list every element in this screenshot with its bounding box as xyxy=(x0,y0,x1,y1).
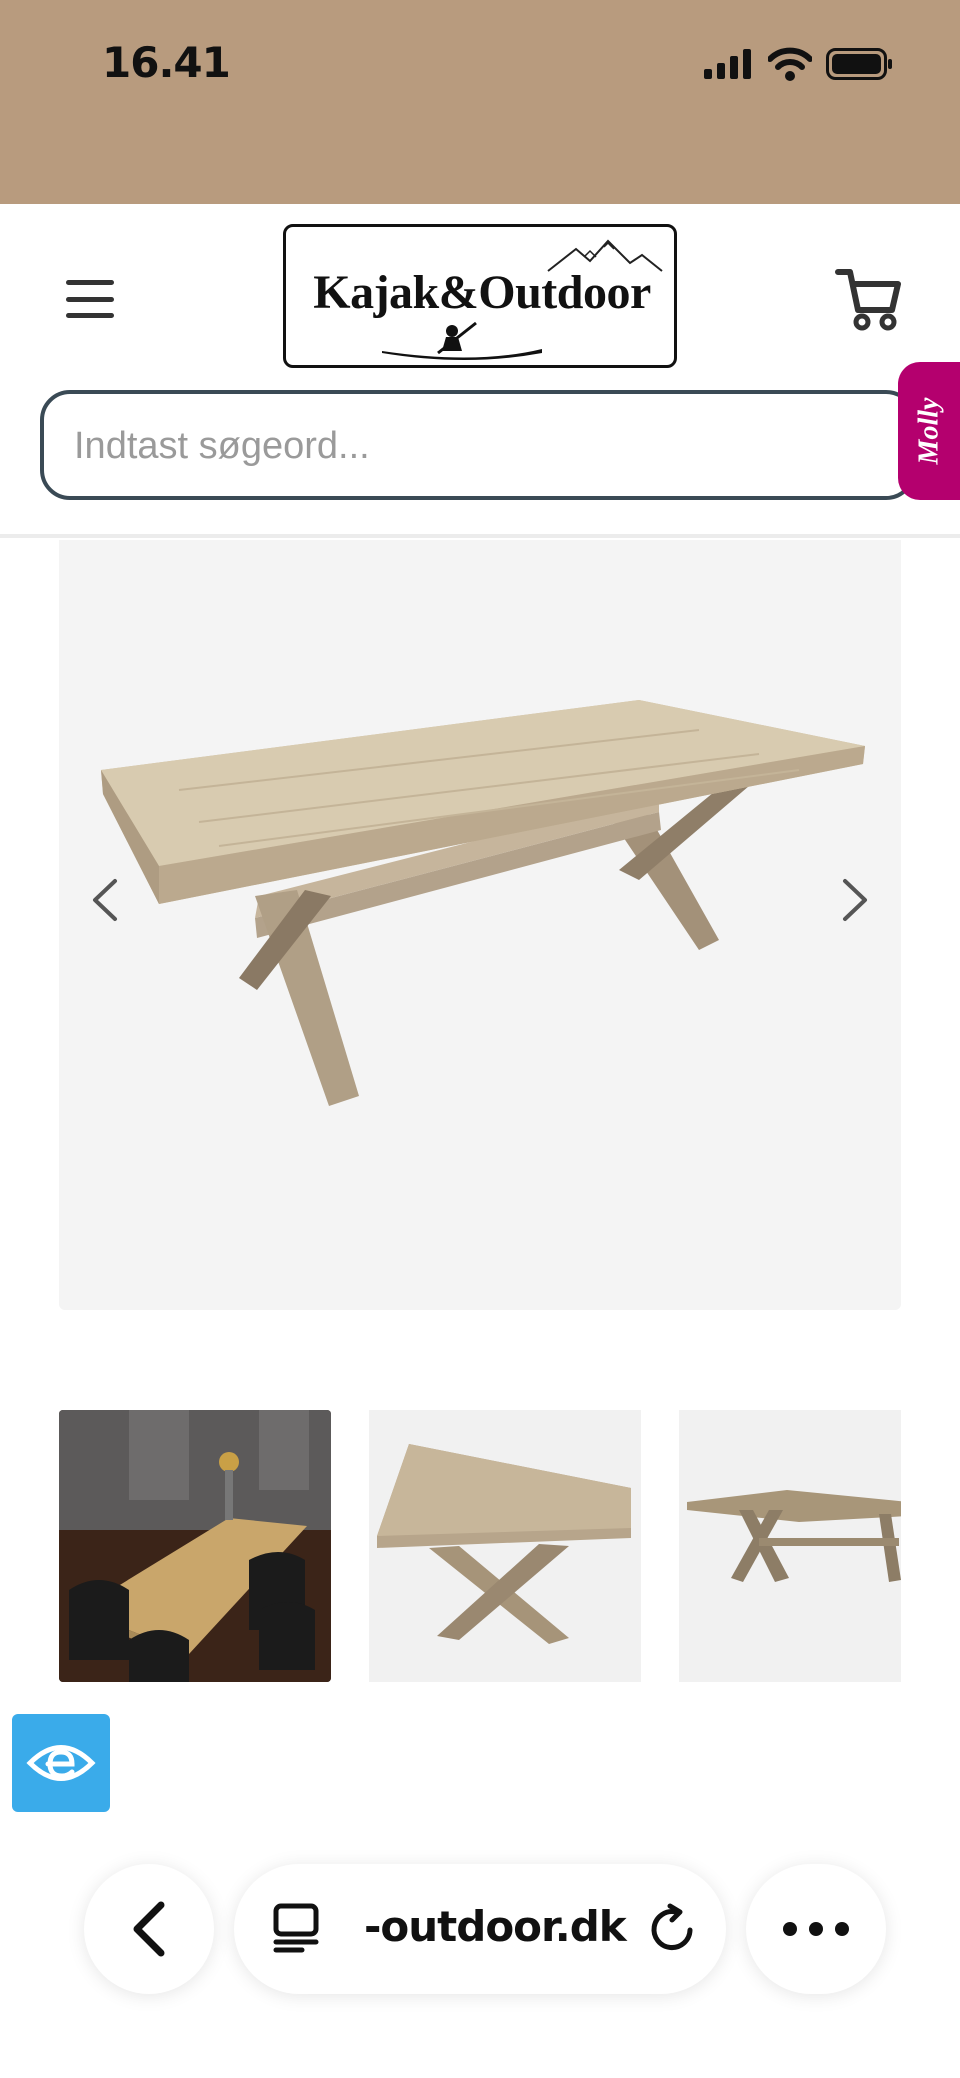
menu-line xyxy=(66,280,114,285)
menu-line xyxy=(66,296,114,302)
header-divider xyxy=(0,534,960,538)
site-header: Kajak&Outdoor Molly xyxy=(0,204,960,538)
dot xyxy=(835,1922,849,1936)
battery-icon xyxy=(826,48,892,80)
status-bar: 16.41 xyxy=(0,0,960,204)
molly-tab[interactable]: Molly xyxy=(898,362,960,500)
browser-back-button[interactable] xyxy=(84,1864,214,1994)
dot xyxy=(809,1922,823,1936)
wifi-icon xyxy=(768,47,812,81)
search-box xyxy=(40,390,916,500)
status-icons xyxy=(704,44,894,84)
more-dots-icon[interactable] xyxy=(746,1864,886,1994)
hamburger-menu-icon[interactable] xyxy=(60,274,120,324)
thumbnail-table-with-chairs[interactable] xyxy=(59,1410,331,1682)
thumbnail-strip xyxy=(59,1410,901,1682)
search-input[interactable] xyxy=(74,420,854,472)
eye-accessibility-icon[interactable] xyxy=(12,1714,110,1812)
browser-toolbar: -outdoor.dk xyxy=(0,1830,960,2078)
cellular-signal-icon xyxy=(704,49,751,79)
chevron-right-icon[interactable] xyxy=(831,865,881,935)
chevron-left-icon[interactable] xyxy=(79,865,129,935)
dot xyxy=(783,1922,797,1936)
table-with-chairs-photo xyxy=(59,1410,331,1682)
table-top-angle-photo xyxy=(377,1444,631,1644)
reload-icon[interactable] xyxy=(646,1902,700,1956)
menu-line xyxy=(66,313,114,318)
molly-label: Molly xyxy=(913,397,945,465)
site-logo[interactable]: Kajak&Outdoor xyxy=(283,224,677,368)
product-main-image[interactable] xyxy=(59,540,901,1310)
chevron-left-icon xyxy=(133,1901,165,1957)
table-side-photo xyxy=(687,1490,901,1582)
thumbnail-table-side[interactable] xyxy=(679,1410,901,1682)
molly-label-wrap: Molly xyxy=(898,362,960,500)
address-bar[interactable]: -outdoor.dk xyxy=(234,1864,726,1994)
url-text: -outdoor.dk xyxy=(364,1902,627,1951)
dining-table-x-legs-photo xyxy=(101,700,865,1106)
kayaker-icon xyxy=(382,321,542,360)
shopping-cart-icon[interactable] xyxy=(834,262,904,332)
thumbnail-table-top-angle[interactable] xyxy=(369,1410,641,1682)
status-time: 16.41 xyxy=(102,38,231,87)
tabs-icon xyxy=(273,1903,319,1953)
